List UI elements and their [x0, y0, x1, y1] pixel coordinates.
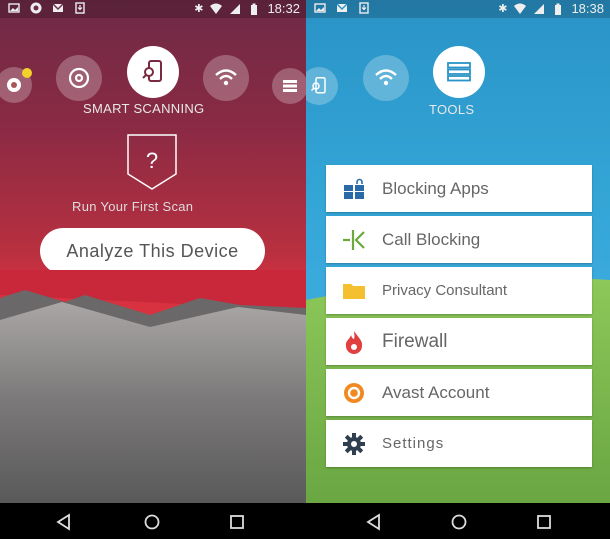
smart-scan-icon [142, 60, 162, 82]
carousel-wifi[interactable] [203, 55, 249, 101]
recents-button[interactable] [533, 511, 555, 533]
section-title: TOOLS [429, 102, 475, 117]
status-bar: ✱ 18:32 [0, 0, 306, 18]
download-icon [359, 2, 369, 14]
gmail-icon [336, 3, 348, 12]
wifi-icon [215, 69, 237, 86]
gmail-icon [52, 3, 64, 12]
tools-menu-icon [283, 80, 297, 92]
carousel-tools[interactable] [433, 46, 485, 98]
home-icon [451, 514, 467, 530]
app-lock-icon [344, 178, 364, 199]
tools-menu: Blocking Apps Call Blocking Privacy Cons… [326, 165, 592, 471]
menu-item-firewall[interactable]: Firewall [326, 318, 592, 365]
cleaner-swirl-icon [68, 67, 90, 89]
menu-label: Settings [382, 435, 445, 452]
wifi-icon [375, 69, 397, 86]
home-button[interactable] [448, 511, 470, 533]
battery-icon [555, 3, 562, 15]
back-button[interactable] [53, 511, 75, 533]
image-icon [8, 3, 20, 13]
menu-label: Call Blocking [382, 229, 481, 249]
bluetooth-icon: ✱ [194, 3, 204, 15]
flame-icon [345, 330, 363, 354]
avast-account-icon [344, 382, 364, 403]
menu-label: Avast Account [382, 382, 490, 402]
wifi-icon [210, 3, 223, 14]
carousel-cleaner[interactable] [56, 55, 102, 101]
call-block-icon [343, 229, 365, 250]
notification-badge [22, 68, 32, 78]
android-nav-bar [0, 503, 610, 539]
menu-item-privacy-consultant[interactable]: Privacy Consultant [326, 267, 592, 314]
status-bar: ✱ 18:38 [306, 0, 610, 18]
menu-label: Blocking Apps [382, 178, 489, 198]
wifi-icon [514, 3, 527, 14]
menu-item-avast-account[interactable]: Avast Account [326, 369, 592, 416]
home-button[interactable] [141, 511, 163, 533]
recents-icon [230, 515, 244, 529]
download-icon [75, 2, 85, 14]
signal-icon [534, 3, 545, 14]
section-title: SMART SCANNING [83, 101, 205, 116]
menu-item-call-blocking[interactable]: Call Blocking [326, 216, 592, 263]
shield-icon: ? [127, 134, 177, 190]
gear-icon [343, 432, 365, 455]
back-button[interactable] [363, 511, 385, 533]
recents-button[interactable] [226, 511, 248, 533]
avast-account-icon [7, 78, 21, 92]
avast-tools-screen: ✱ 18:38 TOOLS Blocking Apps Call Blockin… [306, 0, 610, 503]
battery-icon [251, 3, 258, 15]
avast-smart-scan-screen: ✱ 18:32 SMART SCANNING ? Run Your First … [0, 0, 306, 503]
home-icon [144, 514, 160, 530]
status-time: 18:32 [267, 1, 300, 16]
menu-item-blocking-apps[interactable]: Blocking Apps [326, 165, 592, 212]
shield-symbol: ? [146, 148, 158, 173]
mountains-background [0, 270, 306, 503]
menu-label: Firewall [382, 330, 448, 352]
recents-icon [537, 515, 551, 529]
carousel-smart-scan[interactable] [306, 67, 338, 105]
image-icon [314, 3, 326, 13]
menu-item-settings[interactable]: Settings [326, 420, 592, 467]
status-time: 18:38 [571, 1, 604, 16]
carousel-tools[interactable] [272, 68, 306, 104]
avast-icon [30, 2, 42, 14]
back-icon [366, 513, 380, 531]
carousel-smart-scan[interactable] [127, 46, 179, 98]
tools-menu-icon [447, 62, 471, 82]
folder-icon [343, 283, 365, 299]
signal-icon [230, 3, 241, 14]
smart-scan-icon [310, 77, 326, 94]
subtitle: Run Your First Scan [72, 199, 194, 214]
bluetooth-icon: ✱ [498, 3, 508, 15]
back-icon [56, 513, 70, 531]
analyze-device-button[interactable]: Analyze This Device [40, 228, 265, 274]
menu-label: Privacy Consultant [382, 282, 508, 299]
carousel-wifi[interactable] [363, 55, 409, 101]
